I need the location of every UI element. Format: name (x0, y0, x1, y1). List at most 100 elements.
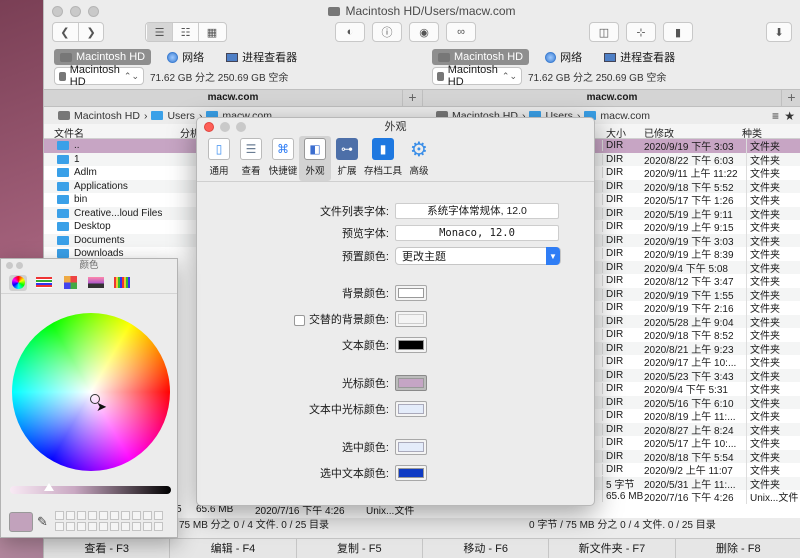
swatch-cell[interactable] (110, 522, 119, 531)
swatch-cell[interactable] (143, 522, 152, 531)
edit-f4-button[interactable]: 编辑 - F4 (170, 539, 297, 558)
menu-icon[interactable]: ≡ (772, 109, 779, 123)
tab-view[interactable]: ☰ 查看 (235, 136, 267, 181)
alt-bg-checkbox[interactable] (293, 314, 305, 326)
swatch-cell[interactable] (154, 511, 163, 520)
copy-f5-button[interactable]: 复制 - F5 (297, 539, 423, 558)
file-list-font-field[interactable]: 系统字体常规体, 12.0 (395, 203, 559, 219)
swatch-cell[interactable] (88, 522, 97, 531)
right-device-macintosh-hd[interactable]: Macintosh HD (432, 49, 530, 65)
color-wheel[interactable]: ➤ (12, 313, 170, 471)
swatch-cell[interactable] (99, 522, 108, 531)
breadcrumb-item[interactable]: Macintosh HD (74, 110, 140, 122)
col-filename[interactable]: 文件名 (54, 125, 84, 140)
alt-bg-color-well[interactable] (395, 311, 427, 327)
right-device-process-viewer[interactable]: 进程查看器 (598, 47, 681, 67)
back-icon[interactable]: ❮ (60, 26, 69, 39)
left-add-tab-button[interactable]: + (402, 89, 422, 107)
right-add-tab-button[interactable]: + (781, 89, 800, 107)
preview-button[interactable]: ◉ (409, 22, 439, 42)
bg-color-well[interactable] (395, 285, 427, 301)
swatch-cell[interactable] (121, 511, 130, 520)
swatch-cell[interactable] (121, 522, 130, 531)
right-tab[interactable]: macw.com (422, 89, 800, 107)
terminal-button[interactable]: ▮ (663, 22, 693, 42)
color-wheel-mode-icon[interactable] (9, 274, 27, 291)
grid-view-icon[interactable]: ▦ (199, 23, 225, 41)
swatch-cell[interactable] (55, 522, 64, 531)
left-drive-dropdown[interactable]: Macintosh HD ⌃⌄ (54, 64, 144, 88)
swatch-cell[interactable] (143, 511, 152, 520)
tab-general[interactable]: ▯ 通用 (203, 136, 235, 181)
cell-size: DIR (602, 140, 623, 152)
network-button[interactable]: ⊹ (626, 22, 656, 42)
back-forward-buttons[interactable]: ❮ ❯ (52, 22, 104, 42)
list-view-icon[interactable]: ☰ (147, 23, 173, 41)
cell-size: DIR (602, 167, 623, 179)
minimize-button[interactable] (70, 6, 81, 17)
cursor-color-well[interactable] (395, 375, 427, 391)
eyedropper-icon[interactable]: ✎ (37, 514, 48, 530)
zoom-button[interactable] (88, 6, 99, 17)
brightness-slider[interactable] (10, 483, 171, 494)
swatch-cell[interactable] (132, 511, 141, 520)
left-device-network[interactable]: 网络 (161, 47, 210, 67)
prefs-close-button[interactable] (204, 122, 214, 132)
prefs-minimize-button[interactable] (220, 122, 230, 132)
text-cursor-color-well[interactable] (395, 401, 427, 417)
find-button[interactable]: ∞ (446, 22, 476, 42)
toggle-hidden-button[interactable]: ◐ (335, 22, 365, 42)
brightness-knob[interactable] (44, 483, 54, 491)
tab-archive-tools[interactable]: ▮ 存档工具 (363, 136, 403, 181)
palettes-mode-icon[interactable] (61, 275, 79, 291)
sync-button[interactable]: ⬇ (766, 22, 792, 42)
detail-view-icon[interactable]: ☷ (173, 23, 199, 41)
new-folder-f7-button[interactable]: 新文件夹 - F7 (549, 539, 676, 558)
pencils-mode-icon[interactable] (113, 275, 131, 291)
close-button[interactable] (52, 6, 63, 17)
image-mode-icon[interactable] (87, 275, 105, 291)
col-size[interactable]: 大小 (606, 125, 626, 140)
swatch-cell[interactable] (132, 522, 141, 531)
text-color-well[interactable] (395, 337, 427, 353)
swatch-cell[interactable] (88, 511, 97, 520)
left-device-process-viewer[interactable]: 进程查看器 (220, 47, 303, 67)
drive-icon (437, 71, 444, 81)
preview-font-field[interactable]: Monaco, 12.0 (395, 225, 559, 241)
swatch-cell[interactable] (55, 511, 64, 520)
move-f6-button[interactable]: 移动 - F6 (423, 539, 550, 558)
colors-minimize-button[interactable] (16, 262, 23, 269)
breadcrumb-item[interactable]: macw.com (600, 110, 650, 122)
info-button[interactable]: ⓘ (372, 22, 402, 42)
swatch-cell[interactable] (77, 522, 86, 531)
swatch-cell[interactable] (66, 511, 75, 520)
view-f3-button[interactable]: 查看 - F3 (44, 539, 171, 558)
current-color-swatch[interactable] (9, 512, 33, 532)
swatch-cell[interactable] (99, 511, 108, 520)
selection-color-well[interactable] (395, 439, 427, 455)
preset-theme-select[interactable]: 更改主题 ▼ (395, 247, 561, 265)
dual-pane-button[interactable]: ◫ (589, 22, 619, 42)
view-mode-segments[interactable]: ☰ ☷ ▦ (145, 22, 227, 42)
delete-f8-button[interactable]: 删除 - F8 (676, 539, 800, 558)
swatch-cell[interactable] (66, 522, 75, 531)
swatch-cell[interactable] (154, 522, 163, 531)
left-tab[interactable]: macw.com (44, 89, 422, 107)
star-icon[interactable]: ★ (784, 109, 795, 123)
tab-shortcuts[interactable]: ⌘ 快捷键 (267, 136, 299, 181)
forward-icon[interactable]: ❯ (87, 26, 96, 39)
colors-close-button[interactable] (6, 262, 13, 269)
tab-advanced[interactable]: ⚙ 高级 (403, 136, 435, 181)
tab-extensions[interactable]: ⊶ 扩展 (331, 136, 363, 181)
sliders-mode-icon[interactable] (35, 275, 53, 291)
drive-icon (60, 52, 72, 62)
swatch-cell[interactable] (110, 511, 119, 520)
swatch-cell[interactable] (77, 511, 86, 520)
breadcrumb-item[interactable]: Users (167, 110, 194, 122)
right-drive-dropdown[interactable]: Macintosh HD ⌃⌄ (432, 64, 522, 88)
prefs-zoom-button[interactable] (236, 122, 246, 132)
left-device-macintosh-hd[interactable]: Macintosh HD (54, 49, 152, 65)
tab-appearance[interactable]: ◧ 外观 (299, 136, 331, 181)
right-device-network[interactable]: 网络 (539, 47, 588, 67)
selected-text-color-well[interactable] (395, 465, 427, 481)
